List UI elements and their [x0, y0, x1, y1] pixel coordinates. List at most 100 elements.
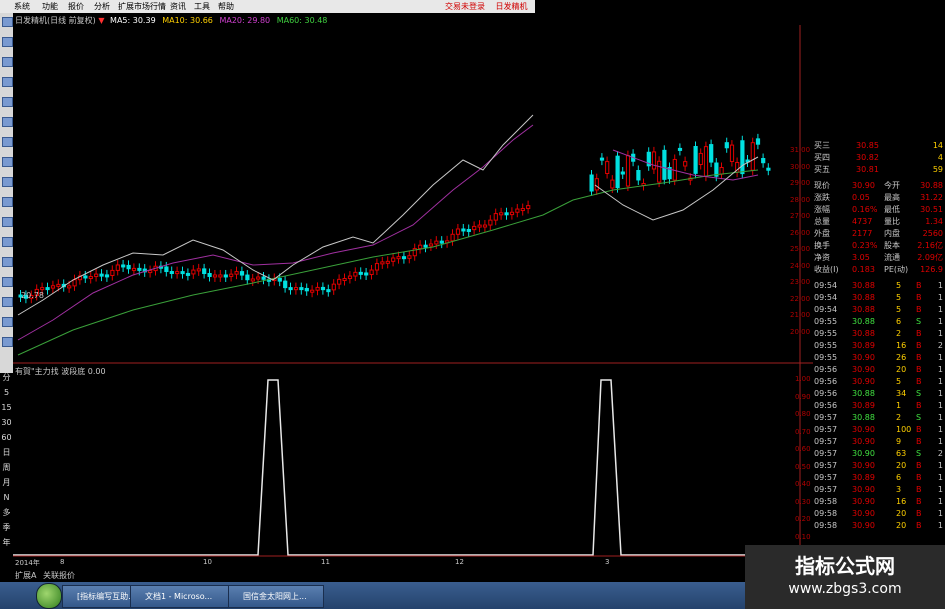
menu-item-system[interactable]: 系统 [14, 1, 30, 12]
period-option[interactable]: 30 [0, 415, 13, 430]
stat-row: 外盘 2177 内盘 2560 [812, 228, 945, 240]
trade-count: 1 [937, 461, 943, 470]
period-option[interactable]: 60 [0, 430, 13, 445]
tool-icon[interactable] [2, 257, 13, 267]
ask-label: 买三 [814, 141, 830, 150]
trade-row: 09:55 30.88 6 S 1 [812, 316, 945, 328]
indicator-tick: 0.50 [795, 462, 811, 471]
ask-label: 买五 [814, 165, 830, 174]
candle [320, 286, 326, 291]
stat-label: 股本 [884, 241, 900, 250]
trade-row: 09:55 30.89 16 B 2 [812, 340, 945, 352]
candle [504, 212, 509, 216]
candle [180, 271, 185, 275]
trade-time: 09:57 [814, 485, 838, 494]
period-option[interactable]: 周 [0, 460, 13, 475]
candle [331, 283, 336, 291]
tool-icon[interactable] [2, 217, 13, 227]
trade-count: 1 [937, 317, 943, 326]
trade-count: 1 [937, 473, 943, 482]
menu-item-extended-market[interactable]: 扩展市场行情 [118, 1, 166, 12]
indicator-tick: 0.30 [795, 497, 811, 506]
menu-item-function[interactable]: 功能 [42, 1, 58, 12]
trade-time: 09:54 [814, 305, 838, 314]
candle [121, 264, 126, 268]
candle [482, 224, 488, 228]
tool-icon[interactable] [2, 177, 13, 187]
tool-icon[interactable] [2, 197, 13, 207]
candle [589, 174, 594, 192]
candle [455, 228, 461, 235]
period-option[interactable]: 15 [0, 400, 13, 415]
trade-volume: 6 [896, 317, 902, 326]
period-option[interactable]: 多 [0, 505, 13, 520]
period-option[interactable]: 季 [0, 520, 13, 535]
taskbar-item-trading[interactable]: 国信金太阳网上... [228, 585, 324, 608]
tab-related-quote[interactable]: 关联报价 [43, 571, 75, 580]
candle [761, 158, 766, 164]
trade-row: 09:57 30.90 3 B 1 [812, 484, 945, 496]
menu-item-tools[interactable]: 工具 [194, 1, 210, 12]
tool-icon[interactable] [2, 297, 13, 307]
taskbar-item-word[interactable]: 文档1 - Microso... [130, 585, 236, 608]
trade-price: 30.90 [852, 461, 875, 470]
tool-icon[interactable] [2, 77, 13, 87]
start-button[interactable] [36, 583, 62, 609]
trade-side: B [916, 329, 922, 338]
tool-icon[interactable] [2, 317, 13, 327]
trade-volume: 16 [896, 497, 907, 506]
trade-side: B [916, 365, 922, 374]
price-tick: 21.00 [790, 311, 811, 319]
tool-icon[interactable] [2, 237, 13, 247]
price-axis: 31.00 30.00 29.00 28.00 27.00 26.00 25.0… [790, 146, 812, 344]
tool-icon[interactable] [2, 97, 13, 107]
tool-icon[interactable] [2, 57, 13, 67]
trade-volume: 2 [896, 329, 902, 338]
period-option[interactable]: N [0, 490, 13, 505]
trade-count: 1 [937, 293, 943, 302]
candle [283, 280, 288, 289]
menu-item-quote[interactable]: 报价 [68, 1, 84, 12]
candle [740, 140, 745, 175]
main-chart[interactable]: 20.78 [13, 25, 813, 575]
tool-icon[interactable] [2, 17, 13, 27]
period-option[interactable]: 日 [0, 445, 13, 460]
period-option[interactable]: 5 [0, 385, 13, 400]
candle [439, 240, 444, 244]
tool-icon[interactable] [2, 137, 13, 147]
ask-volume: 59 [932, 165, 943, 174]
tool-icon[interactable] [2, 337, 13, 347]
candle [526, 205, 531, 210]
candle [677, 147, 683, 151]
menu-item-news[interactable]: 资讯 [170, 1, 186, 12]
candle [342, 277, 347, 281]
candle [239, 271, 245, 276]
tab-extended-a[interactable]: 扩展A [15, 571, 36, 580]
candle [493, 213, 498, 221]
candle [766, 167, 771, 171]
period-option[interactable]: 月 [0, 475, 13, 490]
trade-side: B [916, 293, 922, 302]
tool-icon[interactable] [2, 37, 13, 47]
tool-icon[interactable] [2, 157, 13, 167]
trade-row: 09:55 30.90 26 B 1 [812, 352, 945, 364]
trade-login-status[interactable]: 交易未登录 [445, 2, 485, 11]
period-option[interactable]: 年 [0, 535, 13, 550]
tool-icon[interactable] [2, 277, 13, 287]
trade-row: 09:56 30.89 1 B 1 [812, 400, 945, 412]
trade-time: 09:54 [814, 281, 838, 290]
tool-icon[interactable] [2, 117, 13, 127]
candle [651, 151, 657, 170]
date-tick: 8 [60, 558, 65, 566]
taskbar-item-forum[interactable]: [指标编写互助... [62, 585, 140, 608]
trade-side: S [916, 449, 922, 458]
trade-time: 09:54 [814, 293, 838, 302]
stat-value: 31.22 [920, 193, 943, 202]
trade-volume: 2 [896, 413, 902, 422]
candle [662, 149, 667, 180]
menu-item-help[interactable]: 帮助 [218, 1, 234, 12]
period-option[interactable]: 分 [0, 370, 13, 385]
menu-item-analysis[interactable]: 分析 [94, 1, 110, 12]
candle [326, 289, 331, 293]
stock-name-link[interactable]: 日发精机 [496, 2, 528, 11]
